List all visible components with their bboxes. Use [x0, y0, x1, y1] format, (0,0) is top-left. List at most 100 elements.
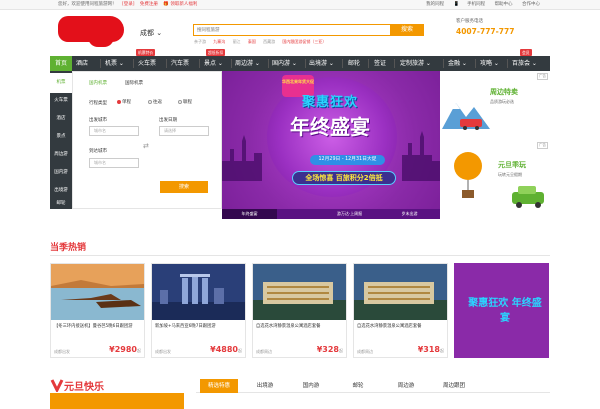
tab-cruise[interactable]: 邮轮	[346, 379, 370, 393]
radio-multi[interactable]: 联程	[178, 99, 192, 105]
hot-search-item[interactable]: 亲子游	[194, 39, 206, 44]
hot-search-item[interactable]: 国内跟团游促销（三亚）	[282, 39, 326, 44]
section-banner-strip	[50, 393, 184, 409]
ad-tag: 广告	[536, 142, 548, 149]
mobile-link[interactable]: 📱 手机同程	[454, 2, 486, 7]
nav-home[interactable]: 首页	[50, 56, 72, 71]
ad-tag: 广告	[536, 73, 548, 80]
radio-oneway[interactable]: 单程	[117, 99, 131, 105]
search-input[interactable]	[194, 25, 390, 35]
nav-guide[interactable]: 攻略 ⌄	[480, 56, 499, 71]
tab-nearby-group[interactable]: 周边跟团	[436, 379, 472, 393]
swap-icon[interactable]: ⇄	[143, 142, 149, 150]
tab-domestic[interactable]: 国内游	[296, 379, 326, 393]
tab-attraction[interactable]: 景点	[50, 127, 72, 147]
tab-nearby[interactable]: 周边游	[391, 379, 421, 393]
banner-date: 12月29日 - 12月31日大促	[310, 155, 385, 165]
tab-hotel[interactable]: 酒店	[50, 109, 72, 129]
nav-hotel[interactable]: 酒店	[76, 56, 88, 71]
nav-finance[interactable]: 金融 ⌄	[448, 56, 467, 71]
product-tabs: 机票 火车票 酒店 景点 周边游 国内游 出境游 邮轮	[50, 71, 72, 209]
product-card[interactable]: 新加坡+马来西亚6晚7日跟团游 成都出发 ¥4880起	[151, 263, 246, 358]
tab-flight[interactable]: 机票	[50, 73, 72, 93]
product-image	[51, 264, 144, 320]
nav-attraction[interactable]: 景点 ⌄	[204, 56, 223, 71]
product-title: 新加坡+马来西亚6晚7日跟团游	[155, 324, 216, 329]
tab-featured[interactable]: 精选特惠	[200, 379, 238, 393]
ad-title: 周边特卖	[490, 88, 518, 96]
depart-date-field[interactable]: 请选择	[159, 126, 209, 136]
top-bar: 您好，欢迎使用同程旅游网！ [登录] 免费注册 🎁 领取新人福利 我的同程 📱 手…	[0, 0, 600, 10]
nav-club[interactable]: 百旅会 ⌄	[512, 56, 537, 71]
banner-tab[interactable]: 游万达·上周报	[322, 209, 377, 219]
tab-nearby[interactable]: 周边游	[50, 145, 72, 165]
service-phone: 4007-777-777	[456, 27, 515, 36]
nav-flight[interactable]: 机票 ⌄	[105, 56, 124, 71]
search-button[interactable]: 搜索	[390, 24, 424, 36]
product-origin: 成都周边	[357, 349, 373, 354]
nav-bus[interactable]: 汽车票	[171, 56, 189, 71]
product-price: ¥2980起	[109, 345, 141, 354]
booking-search-button[interactable]: 搜索	[160, 181, 208, 193]
tab-outbound[interactable]: 出境游	[50, 181, 72, 201]
tab-cruise[interactable]: 邮轮	[50, 199, 72, 209]
tab-outbound[interactable]: 出境游	[250, 379, 280, 393]
register-link[interactable]: 免费注册	[140, 2, 158, 7]
main-nav: 首页 酒店 机票 ⌄ 火车票 汽车票 景点 ⌄ 周边游 ⌄ 国内游 ⌄ 出境游 …	[50, 56, 550, 71]
my-account-link[interactable]: 我的同程	[426, 2, 444, 7]
tab-domestic[interactable]: 国内游	[50, 163, 72, 183]
tab-international-flight[interactable]: 国际机票	[125, 80, 143, 86]
arrive-city-label: 到达城市	[89, 149, 107, 154]
arrive-city-field[interactable]: 城市名	[89, 158, 139, 168]
city-selector[interactable]: 成都 ⌄	[140, 28, 162, 38]
hot-search-item[interactable]: 九寨沟	[213, 39, 225, 44]
tab-train[interactable]: 火车票	[50, 91, 72, 111]
banner-headline-main: 年终盛宴	[290, 115, 370, 139]
category-tabs: 精选特惠 出境游 国内游 邮轮 周边游 周边跟团	[196, 379, 550, 393]
nav-custom[interactable]: 定制旅游 ⌄	[400, 56, 431, 71]
nav-domestic[interactable]: 国内游 ⌄	[272, 56, 297, 71]
depart-date-label: 出发日期	[159, 118, 177, 123]
depart-city-field[interactable]: 城市名	[89, 126, 139, 136]
member-offer-link[interactable]: 🎁 领取新人福利	[163, 2, 201, 7]
product-title: 自选花水湾静景温泉公寓酒店套餐	[357, 324, 422, 329]
hot-search-item[interactable]: 泰国	[248, 39, 256, 44]
section-title: 当季热销	[50, 243, 87, 253]
product-title: 【冬三环内接送机】曼谷芭5晚6日跟团游	[54, 324, 133, 329]
nav-visa[interactable]: 签证	[374, 56, 386, 71]
help-link[interactable]: 帮助中心	[495, 2, 513, 7]
search-box[interactable]	[193, 24, 391, 36]
ad-subtitle: 玩转元旦假期	[498, 172, 522, 177]
tab-domestic-flight[interactable]: 国内机票	[89, 80, 107, 86]
mountain-car-illustration	[442, 103, 490, 130]
product-origin: 成都出发	[54, 349, 70, 354]
product-origin: 成都周边	[256, 349, 272, 354]
nav-cruise[interactable]: 邮轮	[348, 56, 360, 71]
partner-link[interactable]: 合作中心	[522, 2, 540, 7]
product-price: ¥4880起	[210, 345, 242, 354]
nav-train[interactable]: 火车票	[138, 56, 156, 71]
hot-search-item[interactable]: 西藏游	[263, 39, 275, 44]
side-ad-nearby[interactable]: 广告 周边特卖 品质游玩必选	[440, 71, 550, 139]
nav-outbound[interactable]: 出境游 ⌄	[309, 56, 334, 71]
product-card[interactable]: 【冬三环内接送机】曼谷芭5晚6日跟团游 成都出发 ¥2980起	[50, 263, 145, 358]
site-logo[interactable]	[58, 16, 124, 47]
product-image	[152, 264, 245, 320]
product-card[interactable]: 自选花水湾静景温泉公寓酒店套餐 成都周边 ¥328起	[252, 263, 347, 358]
promo-banner[interactable]: 华西北来年货大促 聚惠狂欢 年终盛宴 12月29日 - 12月31日大促 全场惊…	[222, 71, 440, 209]
side-ad-newyear[interactable]: 广告 元旦乖玩 玩转元旦假期	[440, 140, 550, 208]
banner-headline: 聚惠狂欢	[302, 95, 359, 110]
hot-search-item[interactable]: 丽江	[233, 39, 241, 44]
ad-title: 元旦乖玩	[498, 161, 526, 169]
nav-nearby[interactable]: 周边游 ⌄	[235, 56, 260, 71]
banner-tab[interactable]: 岁末出游	[382, 209, 437, 219]
promo-text: 聚惠狂欢 年终盛宴	[468, 298, 542, 324]
product-card-promo[interactable]: 聚惠狂欢 年终盛宴	[454, 263, 549, 358]
hot-search-list: 亲子游 九寨沟 丽江 泰国 西藏游 国内跟团游促销（三亚）	[194, 39, 332, 45]
product-card[interactable]: 自选花水湾静景温泉公寓酒店套餐 成都周边 ¥318起	[353, 263, 448, 358]
radio-roundtrip[interactable]: 往返	[148, 99, 162, 105]
section-title: 元旦快乐	[64, 382, 104, 393]
banner-tab[interactable]: 年终盛宴	[222, 209, 277, 219]
login-link[interactable]: [登录]	[122, 2, 135, 7]
divider	[50, 255, 550, 256]
